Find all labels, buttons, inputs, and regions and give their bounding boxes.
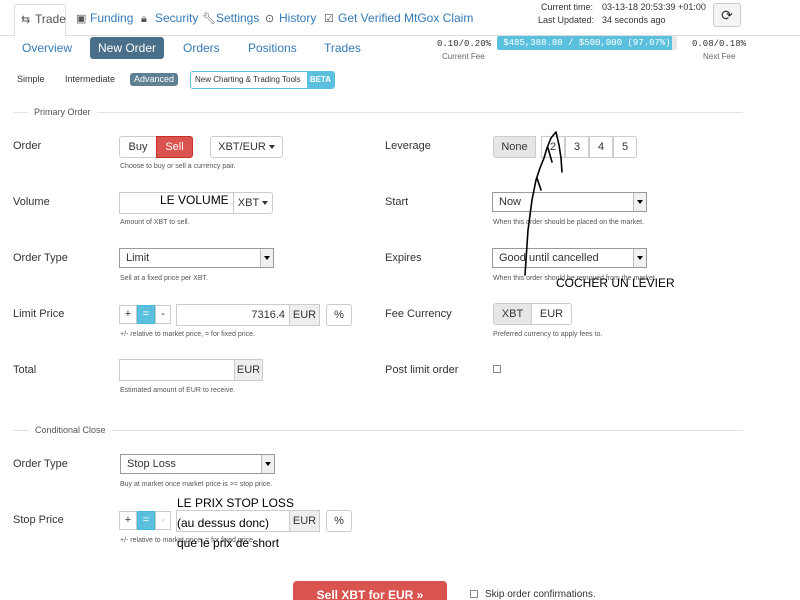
hand-drawn-arrow	[524, 131, 563, 276]
